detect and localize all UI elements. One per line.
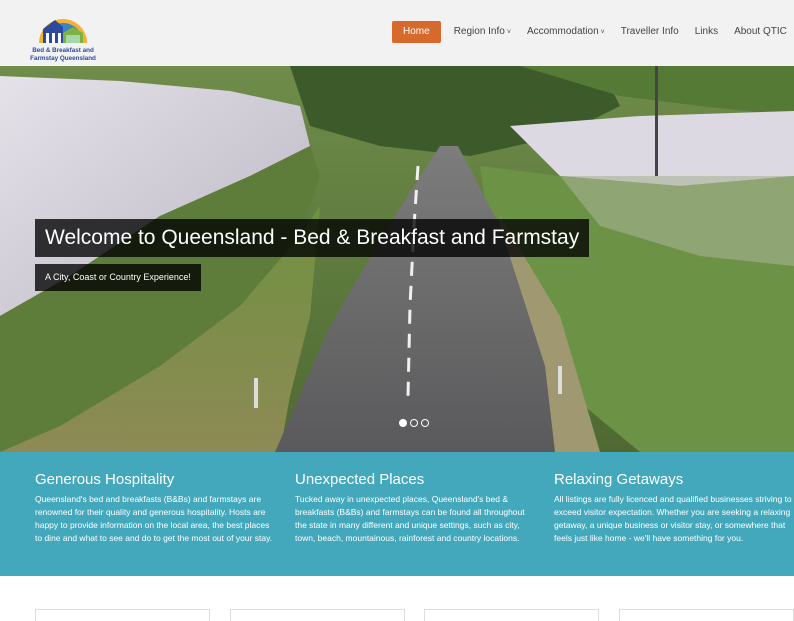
site-header: Bed & Breakfast and Farmstay Queensland … xyxy=(0,0,794,66)
hero-subtitle: A City, Coast or Country Experience! xyxy=(35,264,201,291)
nav-item-about-qtic[interactable]: About QTIC xyxy=(726,21,794,43)
listing-card[interactable] xyxy=(35,609,210,621)
main-nav: Home Region Info ˅ Accommodation ˅ Traveller … xyxy=(392,21,794,43)
slider-dot[interactable] xyxy=(421,419,429,427)
listing-card[interactable] xyxy=(619,609,794,621)
slider-dot[interactable] xyxy=(399,419,407,427)
nav-item-label: Links xyxy=(694,26,719,37)
nav-item-links[interactable]: Links xyxy=(687,21,726,43)
feature-text: Tucked away in unexpected places, Queens… xyxy=(295,494,525,543)
hero-landscape-image xyxy=(0,66,794,452)
nav-item-home[interactable]: Home xyxy=(392,21,441,43)
feature-title: Generous Hospitality xyxy=(35,471,175,488)
feature-title: Unexpected Places xyxy=(295,471,425,488)
feature-getaways: Relaxing Getaways All listings are fully… xyxy=(554,471,794,545)
feature-title: Relaxing Getaways xyxy=(554,471,684,488)
listing-card[interactable] xyxy=(230,609,405,621)
nav-item-label: Region Info xyxy=(453,26,505,37)
nav-item-accommodation[interactable]: Accommodation ˅ xyxy=(519,21,613,43)
nav-item-region-info[interactable]: Region Info ˅ xyxy=(446,21,519,43)
nav-item-traveller-info[interactable]: Traveller Info xyxy=(613,21,687,43)
feature-text: All listings are fully licenced and qual… xyxy=(554,494,792,543)
chevron-down-icon: ˅ xyxy=(600,29,605,36)
site-logo[interactable]: Bed & Breakfast and Farmstay Queensland xyxy=(28,3,98,63)
nav-item-label: Accommodation xyxy=(526,26,599,37)
slider-dot[interactable] xyxy=(410,419,418,427)
nav-item-label: Traveller Info xyxy=(620,26,679,37)
features-band: Generous Hospitality Queensland's bed an… xyxy=(0,452,794,576)
feature-places: Unexpected Places Tucked away in unexpec… xyxy=(295,471,535,545)
slider-dots xyxy=(399,419,429,427)
chevron-down-icon: ˅ xyxy=(506,29,511,36)
logo-text: Bed & Breakfast and Farmstay Queensland xyxy=(30,47,96,62)
nav-item-label: About QTIC xyxy=(734,26,787,37)
logo-emblem-icon xyxy=(39,19,87,43)
listing-card[interactable] xyxy=(424,609,599,621)
feature-hospitality: Generous Hospitality Queensland's bed an… xyxy=(35,471,275,545)
feature-text: Queensland's bed and breakfasts (B&Bs) a… xyxy=(35,494,273,543)
nav-item-label: Home xyxy=(403,26,430,37)
hero-slider: Welcome to Queensland - Bed & Breakfast … xyxy=(0,66,794,452)
hero-title: Welcome to Queensland - Bed & Breakfast … xyxy=(35,219,590,257)
